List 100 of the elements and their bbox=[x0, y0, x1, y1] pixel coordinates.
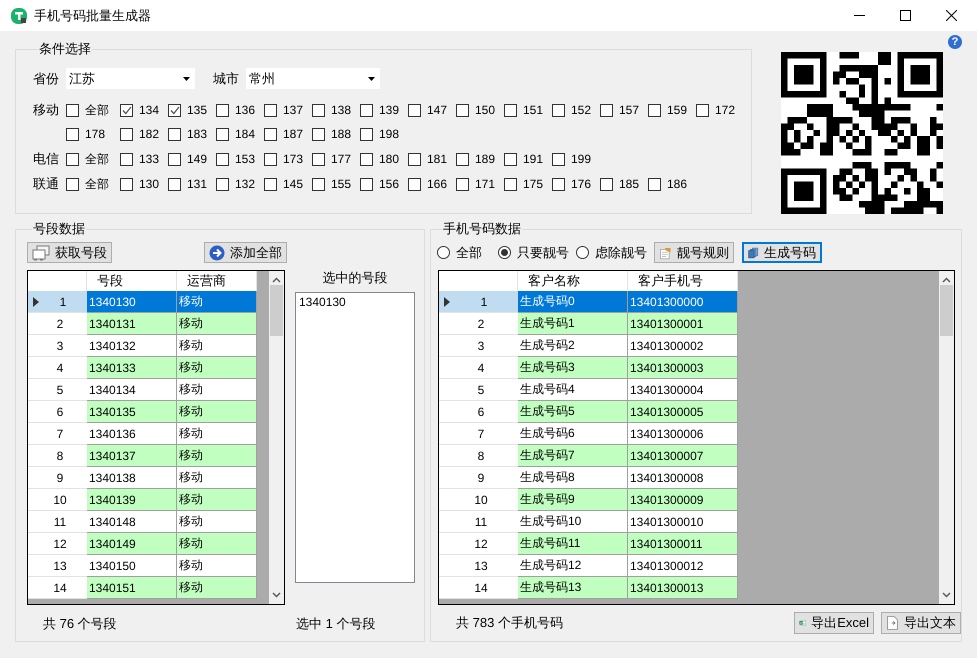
checkbox[interactable] bbox=[552, 178, 565, 190]
scroll-down-icon[interactable] bbox=[942, 592, 951, 598]
scrollbar[interactable] bbox=[269, 271, 284, 604]
checkbox[interactable] bbox=[216, 104, 229, 116]
row-header[interactable]: 12 bbox=[439, 533, 518, 555]
row-header[interactable]: 14 bbox=[28, 577, 87, 599]
checkbox[interactable] bbox=[360, 104, 373, 116]
checkbox[interactable] bbox=[360, 178, 373, 190]
checkbox[interactable] bbox=[168, 128, 181, 140]
checkbox[interactable] bbox=[264, 104, 277, 116]
row-header[interactable]: 4 bbox=[439, 357, 518, 379]
row-header[interactable]: 10 bbox=[439, 489, 518, 511]
checkbox[interactable] bbox=[312, 128, 325, 140]
checkbox[interactable] bbox=[504, 152, 517, 166]
row-header[interactable]: 5 bbox=[439, 379, 518, 401]
checkbox[interactable] bbox=[66, 178, 79, 190]
checkbox[interactable] bbox=[360, 128, 373, 140]
row-header[interactable]: 11 bbox=[28, 511, 87, 533]
fetch-button[interactable]: 获取号段 bbox=[27, 242, 112, 263]
checkbox[interactable] bbox=[66, 104, 79, 116]
row-header[interactable]: 8 bbox=[28, 445, 87, 467]
checkbox[interactable] bbox=[552, 104, 565, 116]
checkbox[interactable] bbox=[408, 178, 421, 190]
checkbox[interactable] bbox=[312, 152, 325, 166]
table-cell: 移动 bbox=[177, 313, 257, 335]
row-header[interactable]: 13 bbox=[439, 555, 518, 577]
row-header[interactable]: 7 bbox=[439, 423, 518, 445]
scroll-up-icon[interactable] bbox=[942, 277, 951, 283]
checkbox[interactable] bbox=[120, 152, 133, 166]
checkbox[interactable] bbox=[504, 104, 517, 116]
checkbox[interactable] bbox=[264, 152, 277, 166]
checkbox[interactable] bbox=[552, 152, 565, 166]
rules-button[interactable]: 靓号规则 bbox=[654, 242, 734, 263]
checkbox[interactable] bbox=[66, 152, 79, 166]
checkbox[interactable] bbox=[456, 104, 469, 116]
table-cell: 生成号码0 bbox=[518, 291, 628, 313]
row-header[interactable]: 2 bbox=[28, 313, 87, 335]
city-dropdown[interactable]: 常州 bbox=[246, 68, 380, 89]
row-header[interactable]: 10 bbox=[28, 489, 87, 511]
scroll-down-icon[interactable] bbox=[272, 592, 281, 598]
checkbox[interactable] bbox=[456, 178, 469, 190]
export-excel-button[interactable]: 导出Excel bbox=[794, 612, 874, 634]
checkbox[interactable] bbox=[360, 152, 373, 166]
row-header[interactable]: 4 bbox=[28, 357, 87, 379]
radio-button[interactable] bbox=[498, 246, 511, 259]
checkbox[interactable] bbox=[408, 152, 421, 166]
checkbox[interactable] bbox=[120, 178, 133, 190]
checkbox[interactable] bbox=[168, 178, 181, 190]
maximize-icon[interactable] bbox=[900, 10, 911, 21]
row-header[interactable]: 13 bbox=[28, 555, 87, 577]
checkbox[interactable] bbox=[216, 178, 229, 190]
province-dropdown[interactable]: 江苏 bbox=[66, 68, 195, 89]
scroll-thumb[interactable] bbox=[940, 285, 953, 336]
row-header[interactable]: 7 bbox=[28, 423, 87, 445]
scroll-thumb[interactable] bbox=[270, 285, 283, 336]
checkbox[interactable] bbox=[216, 128, 229, 140]
checkbox[interactable] bbox=[264, 128, 277, 140]
row-header[interactable]: 11 bbox=[439, 511, 518, 533]
checkbox[interactable] bbox=[648, 178, 661, 190]
checkbox[interactable] bbox=[120, 128, 133, 140]
table-cell: 1340134 bbox=[87, 379, 177, 401]
radio-button[interactable] bbox=[576, 246, 589, 259]
radio-button[interactable] bbox=[437, 246, 450, 259]
checkbox[interactable] bbox=[648, 104, 661, 116]
row-header[interactable]: 9 bbox=[28, 467, 87, 489]
selected-list[interactable]: 1340130 bbox=[295, 292, 415, 583]
list-item[interactable]: 1340130 bbox=[299, 295, 411, 309]
row-header[interactable]: 14 bbox=[439, 577, 518, 599]
export-text-button[interactable]: 导出文本 bbox=[881, 612, 961, 634]
checkbox[interactable] bbox=[120, 104, 133, 116]
checkbox[interactable] bbox=[312, 178, 325, 190]
checkbox[interactable] bbox=[216, 152, 229, 166]
checkbox[interactable] bbox=[696, 104, 709, 116]
checkbox[interactable] bbox=[312, 104, 325, 116]
checkbox[interactable] bbox=[168, 152, 181, 166]
checkbox[interactable] bbox=[600, 178, 613, 190]
checkbox[interactable] bbox=[408, 104, 421, 116]
row-header[interactable]: 2 bbox=[439, 313, 518, 335]
help-button[interactable]: ? bbox=[948, 35, 962, 49]
row-header[interactable]: 3 bbox=[439, 335, 518, 357]
scroll-up-icon[interactable] bbox=[272, 277, 281, 283]
scrollbar[interactable] bbox=[939, 271, 954, 604]
checkbox[interactable] bbox=[600, 104, 613, 116]
close-icon[interactable] bbox=[946, 10, 957, 21]
row-header[interactable]: 1 bbox=[439, 291, 518, 313]
row-header[interactable]: 1 bbox=[28, 291, 87, 313]
row-header[interactable]: 3 bbox=[28, 335, 87, 357]
generate-button[interactable]: 生成号码 bbox=[742, 242, 822, 263]
row-header[interactable]: 8 bbox=[439, 445, 518, 467]
row-header[interactable]: 6 bbox=[28, 401, 87, 423]
row-header[interactable]: 12 bbox=[28, 533, 87, 555]
row-header[interactable]: 5 bbox=[28, 379, 87, 401]
checkbox[interactable] bbox=[264, 178, 277, 190]
row-header[interactable]: 9 bbox=[439, 467, 518, 489]
row-header[interactable]: 6 bbox=[439, 401, 518, 423]
checkbox[interactable] bbox=[504, 178, 517, 190]
checkbox[interactable] bbox=[168, 104, 181, 116]
checkbox[interactable] bbox=[456, 152, 469, 166]
add-all-button[interactable]: 添加全部 bbox=[204, 242, 287, 263]
checkbox[interactable] bbox=[66, 128, 79, 140]
